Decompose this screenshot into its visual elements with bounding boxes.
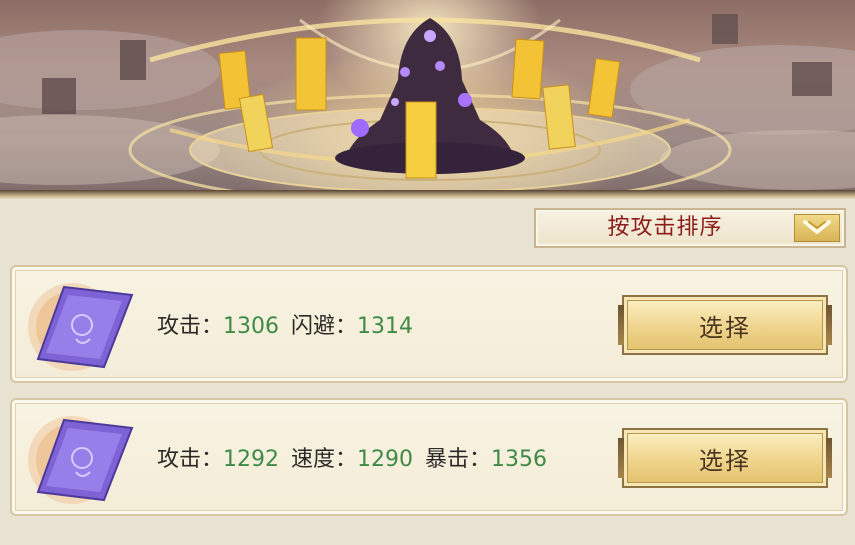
stat-label: 速度： (291, 447, 358, 472)
chevron-down-icon (803, 220, 831, 234)
item-card: 攻击：1306 闪避：1314 选择 (10, 265, 848, 383)
stat-label: 攻击： (157, 447, 224, 472)
banner-illustration (0, 0, 855, 198)
stat-evasion: 闪避：1314 (291, 308, 413, 340)
banner-divider (0, 190, 855, 200)
stat-label: 攻击： (157, 314, 224, 339)
stat-critical: 暴击：1356 (425, 441, 547, 473)
onmyoji-ritual-art (0, 14, 855, 198)
item-card: 攻击：1292 速度：1290 暴击：1356 选择 (10, 398, 848, 516)
stat-label: 闪避： (291, 314, 358, 339)
select-button[interactable]: 选择 (618, 428, 832, 488)
stat-value: 1356 (491, 447, 548, 472)
select-button[interactable]: 选择 (618, 295, 832, 355)
sort-dropdown-label: 按攻击排序 (607, 215, 723, 240)
stat-attack: 攻击：1306 (157, 308, 279, 340)
stat-value: 1314 (357, 314, 414, 339)
stat-value: 1290 (357, 447, 414, 472)
stat-speed: 速度：1290 (291, 441, 413, 473)
stat-label: 暴击： (425, 447, 492, 472)
purple-scroll-icon (24, 410, 136, 506)
item-stats: 攻击：1306 闪避：1314 (157, 267, 425, 381)
item-stats: 攻击：1292 速度：1290 暴击：1356 (157, 400, 559, 514)
stat-attack: 攻击：1292 (157, 441, 279, 473)
stat-value: 1306 (223, 314, 280, 339)
sort-dropdown-toggle[interactable] (794, 214, 840, 242)
stat-value: 1292 (223, 447, 280, 472)
purple-scroll-icon (24, 277, 136, 373)
sort-dropdown[interactable]: 按攻击排序 (534, 208, 846, 248)
